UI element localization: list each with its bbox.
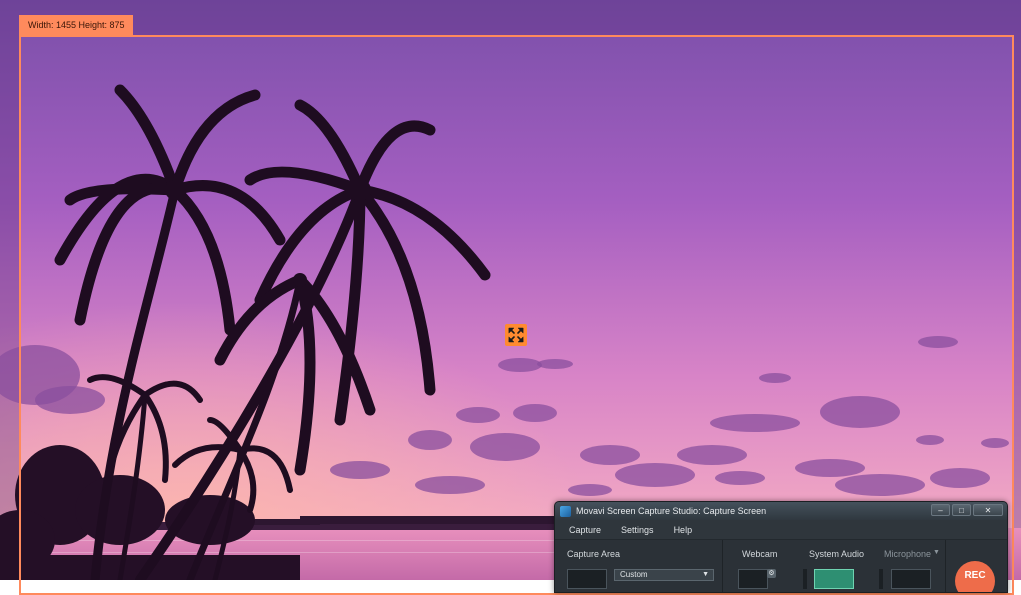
movavi-app-icon [560, 505, 571, 517]
menu-help[interactable]: Help [674, 525, 693, 535]
capture-area-value: Custom [620, 570, 648, 579]
panel-divider [945, 540, 946, 592]
menu-capture[interactable]: Capture [569, 525, 601, 535]
microphone-label[interactable]: Microphone [884, 549, 931, 559]
chevron-down-icon[interactable]: ▼ [933, 549, 940, 556]
webcam-toggle[interactable] [738, 569, 768, 589]
capture-studio-window: Movavi Screen Capture Studio: Capture Sc… [554, 501, 1008, 593]
minimize-button[interactable]: – [931, 504, 950, 516]
close-button[interactable]: ✕ [973, 504, 1003, 516]
gear-icon[interactable]: ⚙ [767, 569, 776, 578]
maximize-button[interactable]: □ [952, 504, 971, 516]
panel-divider [722, 540, 723, 592]
system-audio-label: System Audio [809, 549, 865, 559]
move-handle-icon[interactable] [505, 324, 527, 346]
system-audio-toggle[interactable] [814, 569, 854, 589]
menu-settings[interactable]: Settings [621, 525, 654, 535]
microphone-toggle[interactable] [891, 569, 931, 589]
rec-button[interactable]: REC [955, 561, 995, 592]
capture-area-preset-button[interactable] [567, 569, 607, 589]
system-audio-level-meter [803, 569, 807, 589]
chevron-down-icon: ▼ [702, 571, 709, 578]
capture-dimension-label: Width: 1455 Height: 875 [19, 15, 133, 36]
webcam-label: Webcam [742, 549, 778, 559]
window-titlebar[interactable]: Movavi Screen Capture Studio: Capture Sc… [555, 502, 1007, 520]
capture-area-select[interactable]: Custom ▼ [614, 569, 714, 581]
window-title: Movavi Screen Capture Studio: Capture Sc… [576, 506, 767, 516]
menu-bar: Capture Settings Help [555, 520, 1007, 540]
microphone-level-meter [879, 569, 883, 589]
capture-area-label: Capture Area [567, 549, 621, 559]
